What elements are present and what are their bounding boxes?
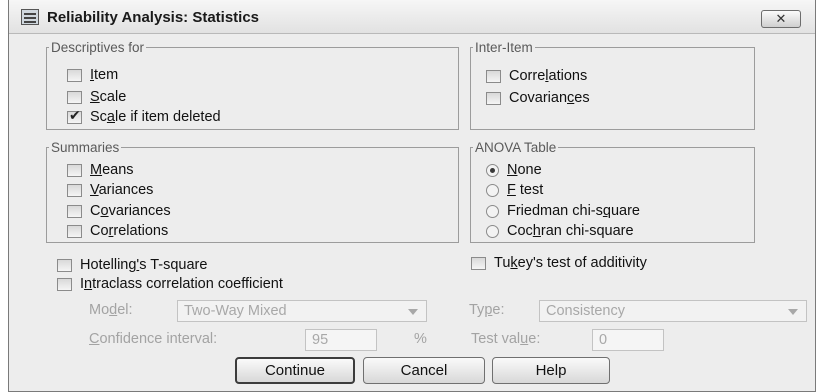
scale-if-item-deleted-label: Scale if item deleted bbox=[90, 109, 221, 125]
summaries-variances-label: Variances bbox=[90, 182, 154, 198]
anova-none-radio-button[interactable] bbox=[486, 163, 499, 177]
confidence-interval-unit: % bbox=[414, 331, 427, 347]
confidence-interval-input[interactable]: 95 bbox=[305, 329, 377, 351]
inter-item-correlations-checkbox-box[interactable] bbox=[486, 69, 501, 83]
model-dropdown-value: Two-Way Mixed bbox=[184, 303, 287, 319]
summaries-means-checkbox-box[interactable] bbox=[67, 163, 82, 177]
anova-friedman-label: Friedman chi-square bbox=[507, 203, 640, 219]
anova-friedman-radio-button[interactable] bbox=[486, 204, 499, 218]
summaries-covariances-checkbox[interactable]: Covariances bbox=[67, 202, 171, 220]
type-dropdown[interactable]: Consistency bbox=[539, 300, 807, 322]
summaries-variances-checkbox-box[interactable] bbox=[67, 183, 82, 197]
type-label: Type: bbox=[469, 302, 505, 318]
item-label: Item bbox=[90, 67, 119, 83]
inter-item-covariances-checkbox-box[interactable] bbox=[486, 91, 501, 105]
summaries-means-checkbox[interactable]: Means bbox=[67, 161, 134, 179]
scale-if-item-deleted-checkbox[interactable]: Scale if item deleted bbox=[67, 108, 221, 126]
hotelling-t-square-checkbox[interactable]: Hotelling's T-square bbox=[57, 256, 207, 274]
inter-item-covariances-label: Covariances bbox=[509, 90, 590, 106]
help-button[interactable]: Help bbox=[492, 357, 610, 384]
test-value-input[interactable]: 0 bbox=[592, 329, 664, 351]
hotelling-t-square-checkbox-box[interactable] bbox=[57, 258, 72, 272]
inter-item-group: Inter-Item bbox=[470, 40, 755, 130]
type-dropdown-arrow-icon bbox=[788, 309, 798, 315]
title-bar: Reliability Analysis: Statistics ✕ bbox=[9, 0, 815, 34]
anova-none-radio[interactable]: None bbox=[486, 161, 542, 179]
tukey-additivity-checkbox[interactable]: Tukey's test of additivity bbox=[471, 254, 647, 272]
summaries-legend: Summaries bbox=[51, 140, 120, 155]
intraclass-correlation-label: Intraclass correlation coefficient bbox=[80, 276, 283, 292]
type-dropdown-value: Consistency bbox=[546, 303, 625, 319]
intraclass-correlation-checkbox-box[interactable] bbox=[57, 277, 72, 291]
anova-f-test-label: F test bbox=[507, 182, 544, 198]
summaries-correlations-checkbox[interactable]: Correlations bbox=[67, 222, 168, 240]
model-dropdown-arrow-icon bbox=[408, 309, 418, 315]
reliability-statistics-dialog: Reliability Analysis: Statistics ✕ Descr… bbox=[8, 0, 816, 392]
scale-checkbox[interactable]: Scale bbox=[67, 88, 126, 106]
inter-item-legend: Inter-Item bbox=[475, 40, 533, 55]
anova-f-test-radio[interactable]: F test bbox=[486, 181, 543, 199]
intraclass-correlation-checkbox[interactable]: Intraclass correlation coefficient bbox=[57, 275, 283, 293]
anova-none-label: None bbox=[507, 162, 542, 178]
window-title: Reliability Analysis: Statistics bbox=[47, 9, 260, 26]
summaries-correlations-checkbox-box[interactable] bbox=[67, 224, 82, 238]
continue-button[interactable]: Continue bbox=[235, 357, 355, 384]
scale-label: Scale bbox=[90, 89, 127, 105]
anova-cochran-radio-button[interactable] bbox=[486, 224, 499, 238]
anova-table-legend: ANOVA Table bbox=[475, 140, 557, 155]
anova-f-test-radio-button[interactable] bbox=[486, 183, 499, 197]
hotelling-t-square-label: Hotelling's T-square bbox=[80, 257, 208, 273]
summaries-correlations-label: Correlations bbox=[90, 223, 169, 239]
summaries-covariances-checkbox-box[interactable] bbox=[67, 204, 82, 218]
summaries-variances-checkbox[interactable]: Variances bbox=[67, 181, 153, 199]
model-label: Model: bbox=[89, 302, 133, 318]
tukey-additivity-label: Tukey's test of additivity bbox=[494, 255, 647, 271]
cancel-button[interactable]: Cancel bbox=[363, 357, 485, 384]
summaries-means-label: Means bbox=[90, 162, 134, 178]
inter-item-correlations-checkbox[interactable]: Correlations bbox=[486, 67, 587, 85]
item-checkbox-box[interactable] bbox=[67, 68, 82, 82]
test-value-label: Test value: bbox=[471, 331, 541, 347]
anova-friedman-radio[interactable]: Friedman chi-square bbox=[486, 202, 640, 220]
scale-if-item-deleted-checkbox-box[interactable] bbox=[67, 108, 82, 124]
inter-item-covariances-checkbox[interactable]: Covariances bbox=[486, 89, 590, 107]
inter-item-correlations-label: Correlations bbox=[509, 68, 588, 84]
close-button[interactable]: ✕ bbox=[761, 10, 801, 28]
item-checkbox[interactable]: Item bbox=[67, 66, 118, 84]
confidence-interval-label: Confidence interval: bbox=[89, 331, 218, 347]
descriptives-legend: Descriptives for bbox=[51, 40, 145, 55]
anova-cochran-radio[interactable]: Cochran chi-square bbox=[486, 222, 634, 240]
model-dropdown[interactable]: Two-Way Mixed bbox=[177, 300, 427, 322]
anova-cochran-label: Cochran chi-square bbox=[507, 223, 634, 239]
scale-checkbox-box[interactable] bbox=[67, 90, 82, 104]
tukey-additivity-checkbox-box[interactable] bbox=[471, 256, 486, 270]
summaries-covariances-label: Covariances bbox=[90, 203, 171, 219]
app-icon bbox=[21, 9, 39, 25]
